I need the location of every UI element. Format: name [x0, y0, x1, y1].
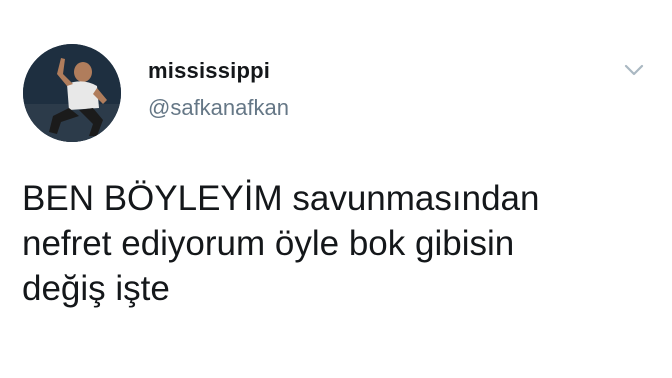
avatar[interactable]: [23, 44, 121, 142]
avatar-photo: [23, 44, 121, 142]
tweet-card: mississippi @safkanafkan BEN BÖYLEYİM sa…: [0, 0, 672, 378]
user-info: mississippi @safkanafkan: [148, 58, 289, 121]
user-handle[interactable]: @safkanafkan: [148, 95, 289, 121]
tweet-text: BEN BÖYLEYİM savunmasından nefret ediyor…: [22, 179, 540, 308]
chevron-down-icon[interactable]: [622, 58, 646, 82]
display-name[interactable]: mississippi: [148, 58, 289, 84]
